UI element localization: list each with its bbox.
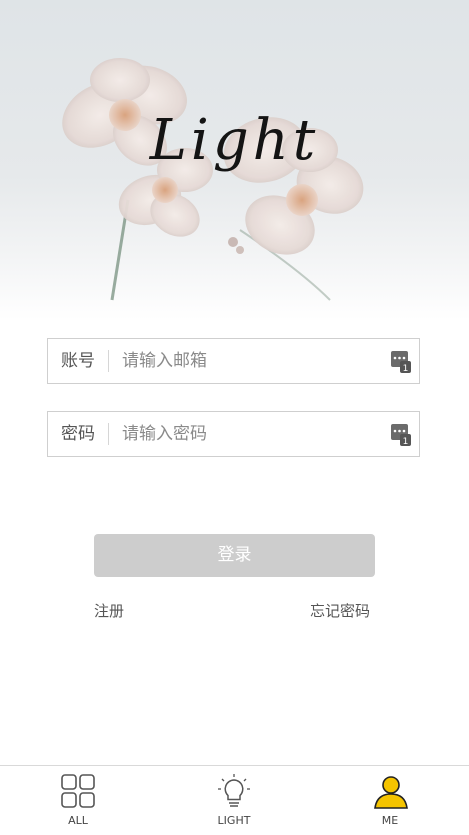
hero-banner: Light [0, 0, 469, 320]
account-label: 账号 [61, 351, 95, 371]
svg-text:1: 1 [403, 364, 409, 373]
user-icon [374, 776, 408, 809]
tab-me[interactable]: ME [312, 766, 468, 835]
keyboard-icon[interactable]: 1 [391, 351, 411, 373]
tab-light[interactable]: LIGHT [156, 766, 312, 835]
forgot-password-link[interactable]: 忘记密码 [310, 600, 370, 621]
tab-label: ME [381, 814, 399, 827]
password-field: 密码 1 [47, 411, 420, 457]
bottom-tab-bar: ALL LIGHT ME [0, 765, 469, 835]
password-label: 密码 [61, 424, 95, 444]
grid-icon [61, 774, 95, 808]
svg-text:1: 1 [403, 437, 409, 446]
keyboard-icon[interactable]: 1 [391, 424, 411, 446]
field-divider [108, 350, 109, 372]
tab-label: LIGHT [217, 814, 251, 827]
tab-label: ALL [68, 814, 88, 827]
register-link[interactable]: 注册 [94, 600, 124, 621]
lightbulb-icon [218, 774, 250, 807]
account-field: 账号 1 [47, 338, 420, 384]
password-input[interactable] [122, 420, 372, 448]
tab-all[interactable]: ALL [0, 766, 156, 835]
email-input[interactable] [122, 347, 372, 375]
field-divider [108, 423, 109, 445]
app-logo: Light [149, 108, 320, 173]
login-button[interactable]: 登录 [94, 534, 375, 577]
